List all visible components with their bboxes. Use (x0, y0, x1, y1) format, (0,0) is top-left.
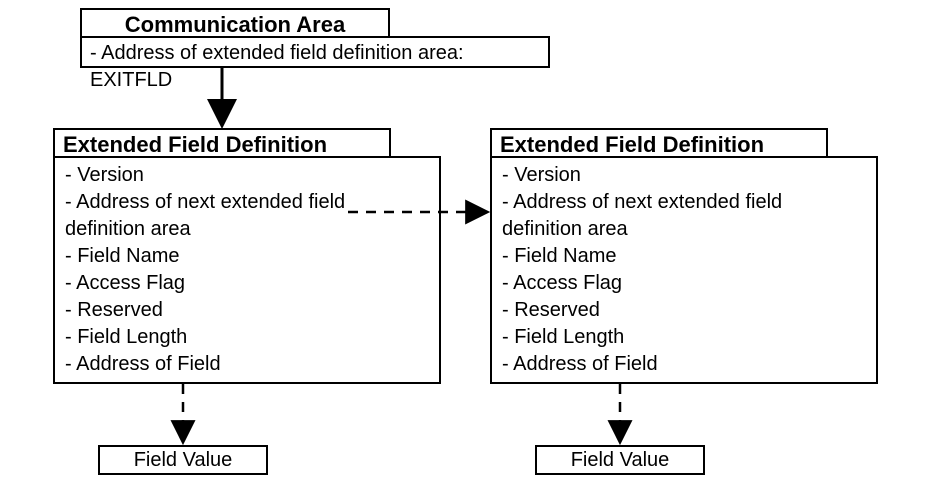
ext-area-1-body: - Version - Address of next extended fie… (55, 158, 439, 384)
field-value-2-box: Field Value (535, 445, 705, 475)
ext-area-2-body-box: - Version - Address of next extended fie… (490, 156, 878, 384)
comm-area-body-box: - Address of extended field definition a… (80, 36, 550, 68)
field-value-1-label: Field Value (100, 447, 266, 473)
ext-area-1-title-box: Extended Field Definition Area (53, 128, 391, 158)
field-value-2-label: Field Value (537, 447, 703, 473)
ext-area-2-body: - Version - Address of next extended fie… (492, 158, 876, 384)
comm-area-body: - Address of extended field definition a… (82, 38, 548, 96)
field-value-1-box: Field Value (98, 445, 268, 475)
ext-area-1-body-box: - Version - Address of next extended fie… (53, 156, 441, 384)
comm-area-title-box: Communication Area (80, 8, 390, 38)
ext-area-2-title-box: Extended Field Definition Area (490, 128, 828, 158)
